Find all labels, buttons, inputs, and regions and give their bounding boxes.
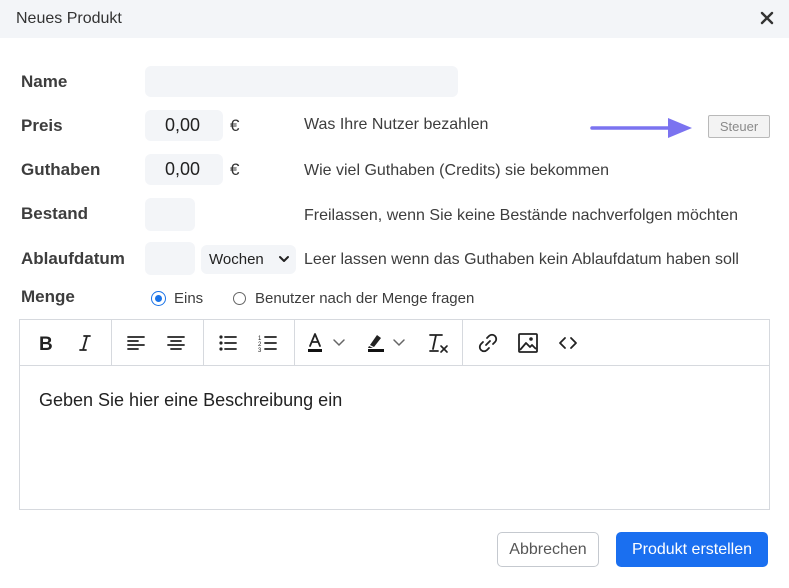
radio-selected-icon[interactable] xyxy=(152,292,165,305)
description-editor[interactable]: B 123 Geben Sie hier eine Beschreibung e… xyxy=(19,319,770,510)
menge-option-ask[interactable]: Benutzer nach der Menge fragen xyxy=(233,290,474,307)
menge-option-ask-label: Benutzer nach der Menge fragen xyxy=(255,290,475,307)
image-icon[interactable] xyxy=(513,328,543,358)
guthaben-help-text: Wie viel Guthaben (Credits) sie bekommen xyxy=(304,162,610,179)
editor-toolbar: B 123 xyxy=(20,320,769,366)
bestand-input[interactable] xyxy=(145,198,195,231)
close-icon[interactable] xyxy=(757,8,777,28)
highlight-icon[interactable] xyxy=(364,328,414,358)
arrow-icon xyxy=(590,118,692,138)
preis-help-text: Was Ihre Nutzer bezahlen xyxy=(304,116,489,133)
editor-placeholder: Geben Sie hier eine Beschreibung ein xyxy=(39,390,343,410)
ablaufdatum-help-text: Leer lassen wenn das Guthaben kein Ablau… xyxy=(304,251,739,268)
align-center-icon[interactable] xyxy=(161,328,191,358)
ablaufdatum-unit-value: Wochen xyxy=(209,251,264,268)
svg-text:B: B xyxy=(39,334,53,353)
menge-option-eins[interactable]: Eins xyxy=(152,290,203,307)
ablaufdatum-input[interactable] xyxy=(145,242,195,275)
cancel-button[interactable]: Abbrechen xyxy=(497,532,599,567)
bullet-list-icon[interactable] xyxy=(213,328,243,358)
preis-input[interactable] xyxy=(145,110,223,141)
align-left-icon[interactable] xyxy=(121,328,151,358)
numbered-list-icon[interactable]: 123 xyxy=(253,328,283,358)
name-label: Name xyxy=(21,72,68,91)
guthaben-currency: € xyxy=(230,160,240,179)
ablaufdatum-label: Ablaufdatum xyxy=(21,249,125,268)
guthaben-label: Guthaben xyxy=(21,160,101,179)
menge-label: Menge xyxy=(21,287,75,306)
svg-text:3: 3 xyxy=(258,348,262,353)
bestand-label: Bestand xyxy=(21,204,89,223)
link-icon[interactable] xyxy=(473,328,503,358)
italic-icon[interactable] xyxy=(70,328,100,358)
preis-currency: € xyxy=(230,116,240,135)
preis-label: Preis xyxy=(21,116,63,135)
chevron-down-icon xyxy=(279,256,289,262)
text-color-icon[interactable] xyxy=(304,328,354,358)
code-icon[interactable] xyxy=(553,328,583,358)
dialog-title: Neues Produkt xyxy=(16,10,122,27)
bold-icon[interactable]: B xyxy=(30,328,60,358)
ablaufdatum-unit-select[interactable]: Wochen xyxy=(201,245,296,274)
menge-option-eins-label: Eins xyxy=(174,290,204,307)
guthaben-input[interactable] xyxy=(145,154,223,185)
dialog-header: Neues Produkt xyxy=(0,0,789,38)
clear-format-icon[interactable] xyxy=(423,328,453,358)
bestand-help-text: Freilassen, wenn Sie keine Bestände nach… xyxy=(304,207,739,224)
name-input[interactable] xyxy=(145,66,458,97)
radio-unselected-icon[interactable] xyxy=(233,292,246,305)
steuer-button[interactable]: Steuer xyxy=(708,115,770,138)
create-product-button[interactable]: Produkt erstellen xyxy=(616,532,768,567)
